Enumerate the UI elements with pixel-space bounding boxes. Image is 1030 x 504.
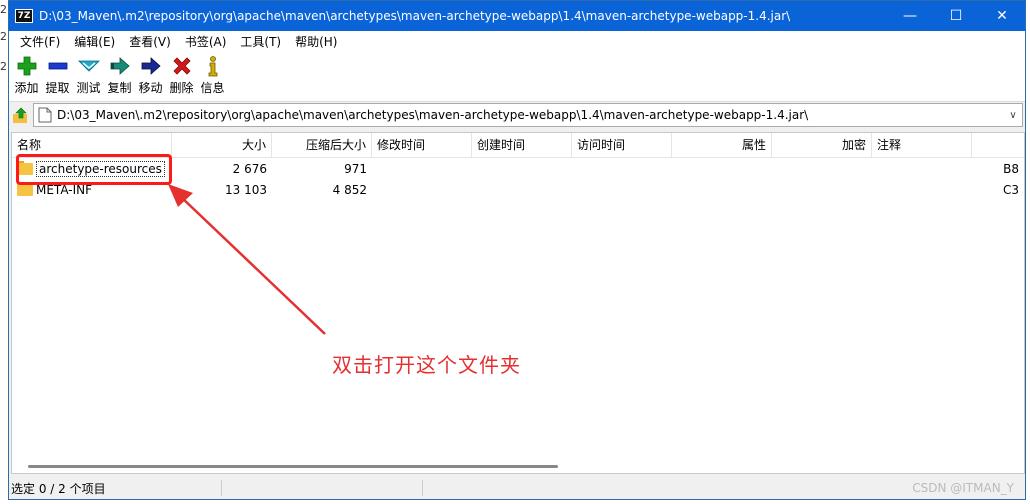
extract-button[interactable]: 提取 (42, 51, 73, 96)
col-extra[interactable] (972, 133, 1024, 157)
window-controls: — ☐ ✕ (887, 1, 1025, 31)
col-attributes[interactable]: 属性 (672, 133, 772, 157)
address-field[interactable]: D:\03_Maven\.m2\repository\org\apache\ma… (33, 103, 1023, 127)
copy-button[interactable]: 复制 (104, 51, 135, 96)
col-modified[interactable]: 修改时间 (372, 133, 472, 157)
status-divider (221, 480, 222, 496)
address-path: D:\03_Maven\.m2\repository\org\apache\ma… (57, 108, 809, 122)
test-button[interactable]: 测试 (73, 51, 104, 96)
menu-bookmarks[interactable]: 书签(A) (178, 33, 234, 50)
extra-cell: C3 (1002, 182, 1019, 197)
delete-x-icon (172, 57, 191, 75)
status-bar: 选定 0 / 2 个项目 (9, 477, 1025, 499)
move-button[interactable]: 移动 (135, 51, 166, 96)
minus-icon (48, 62, 67, 70)
edge-digit-2: 2 (0, 30, 7, 43)
scrollbar-thumb[interactable] (28, 465, 558, 468)
packed-size-cell: 4 852 (332, 182, 367, 197)
delete-label: 删除 (169, 81, 194, 95)
folder-up-button[interactable] (9, 104, 33, 126)
edge-digit-3: 2 (0, 60, 7, 73)
add-button[interactable]: 添加 (11, 51, 42, 96)
move-label: 移动 (138, 81, 163, 95)
info-button[interactable]: 信息 (197, 51, 228, 96)
archive-file-icon (38, 107, 52, 123)
info-label: 信息 (200, 81, 225, 95)
edge-digit-1: 2 (0, 3, 7, 16)
file-list: 名称 大小 压缩后大小 修改时间 创建时间 访问时间 属性 加密 注释 arch… (11, 132, 1025, 474)
app-logo-icon: 7Z (15, 9, 33, 23)
col-accessed[interactable]: 访问时间 (572, 133, 672, 157)
app-window: 7Z D:\03_Maven\.m2\repository\org\apache… (8, 0, 1026, 500)
horizontal-scrollbar[interactable] (12, 461, 1024, 473)
packed-size-cell: 971 (344, 161, 367, 176)
folder-up-icon (13, 107, 27, 123)
check-icon (77, 60, 100, 72)
info-icon (208, 56, 217, 77)
chevron-down-icon[interactable]: ∨ (1004, 110, 1022, 121)
status-text: 选定 0 / 2 个项目 (11, 481, 106, 496)
col-comment[interactable]: 注释 (872, 133, 972, 157)
menu-edit[interactable]: 编辑(E) (67, 33, 122, 50)
close-button[interactable]: ✕ (979, 1, 1025, 31)
size-cell: 2 676 (232, 161, 267, 176)
window-title: D:\03_Maven\.m2\repository\org\apache\ma… (39, 9, 791, 23)
menu-file[interactable]: 文件(F) (13, 33, 67, 50)
size-cell: 13 103 (225, 182, 267, 197)
watermark: CSDN @ITMAN_Y (912, 481, 1014, 495)
delete-button[interactable]: 删除 (166, 51, 197, 96)
address-bar: D:\03_Maven\.m2\repository\org\apache\ma… (9, 101, 1025, 128)
extra-cell: B8 (1003, 161, 1019, 176)
menu-help[interactable]: 帮助(H) (288, 33, 344, 50)
col-packed-size[interactable]: 压缩后大小 (272, 133, 372, 157)
toolbar: 添加 提取 测试 复制 移动 删除 信息 (9, 51, 1025, 101)
title-bar[interactable]: 7Z D:\03_Maven\.m2\repository\org\apache… (9, 1, 1025, 31)
minimize-button[interactable]: — (887, 1, 933, 31)
menu-bar: 文件(F) 编辑(E) 查看(V) 书签(A) 工具(T) 帮助(H) (9, 31, 1025, 51)
test-label: 测试 (76, 81, 101, 95)
menu-tools[interactable]: 工具(T) (233, 33, 288, 50)
copy-label: 复制 (107, 81, 132, 95)
maximize-button[interactable]: ☐ (933, 1, 979, 31)
move-arrow-icon (141, 57, 161, 75)
col-created[interactable]: 创建时间 (472, 133, 572, 157)
status-divider (422, 480, 423, 496)
folder-icon (17, 182, 33, 196)
plus-icon (17, 56, 36, 76)
col-encrypted[interactable]: 加密 (772, 133, 872, 157)
highlight-box (16, 154, 172, 185)
add-label: 添加 (14, 81, 39, 95)
extract-label: 提取 (45, 81, 70, 95)
copy-arrow-icon (110, 57, 130, 75)
menu-view[interactable]: 查看(V) (122, 33, 178, 50)
annotation-text: 双击打开这个文件夹 (332, 353, 521, 377)
col-size[interactable]: 大小 (172, 133, 272, 157)
